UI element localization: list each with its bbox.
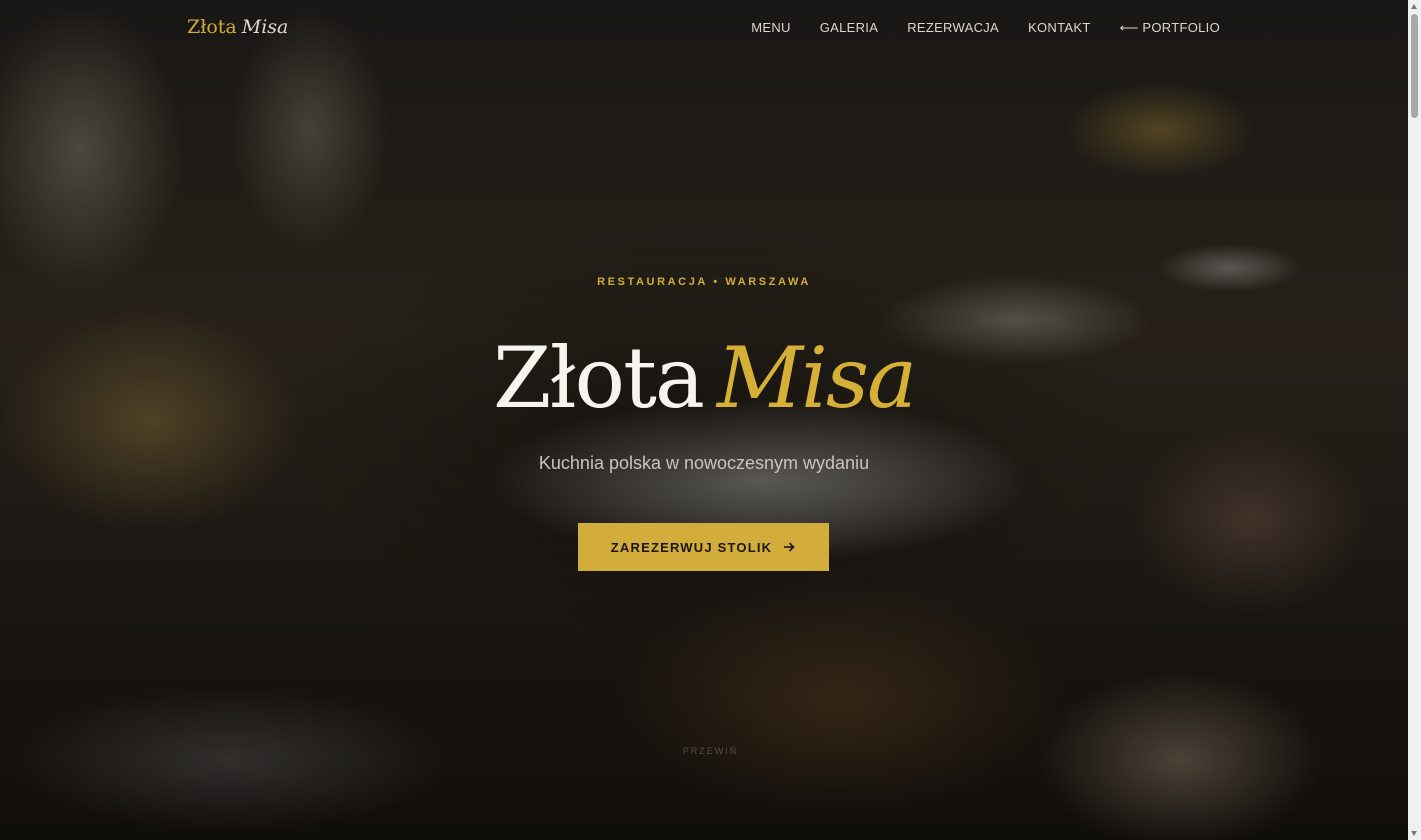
hero-background: Złota Misa MENU GALERIA REZERWACJA KONTAK…	[0, 0, 1408, 840]
scrollbar-thumb[interactable]	[1411, 14, 1418, 118]
scroll-down-icon[interactable]	[1411, 831, 1417, 836]
scroll-up-icon[interactable]	[1411, 4, 1417, 9]
scroll-hint: PRZEWIŃ	[682, 746, 739, 756]
hero-subtitle: Kuchnia polska w nowoczesnym wydaniu	[538, 453, 870, 473]
reserve-table-button[interactable]: ZAREZERWUJ STOLIK	[578, 523, 829, 571]
page-scrollbar[interactable]	[1408, 0, 1421, 840]
reserve-table-label: ZAREZERWUJ STOLIK	[610, 539, 773, 555]
arrow-right-icon	[782, 540, 796, 554]
hero-section: RESTAURACJA • WARSZAWA Złota Misa Kuchnia…	[0, 0, 1408, 840]
hero-title: Złota Misa	[0, 318, 1408, 438]
hero-title-second: Misa	[716, 329, 917, 427]
hero-eyebrow: RESTAURACJA • WARSZAWA	[597, 276, 811, 288]
hero-title-first: Złota	[492, 329, 705, 427]
